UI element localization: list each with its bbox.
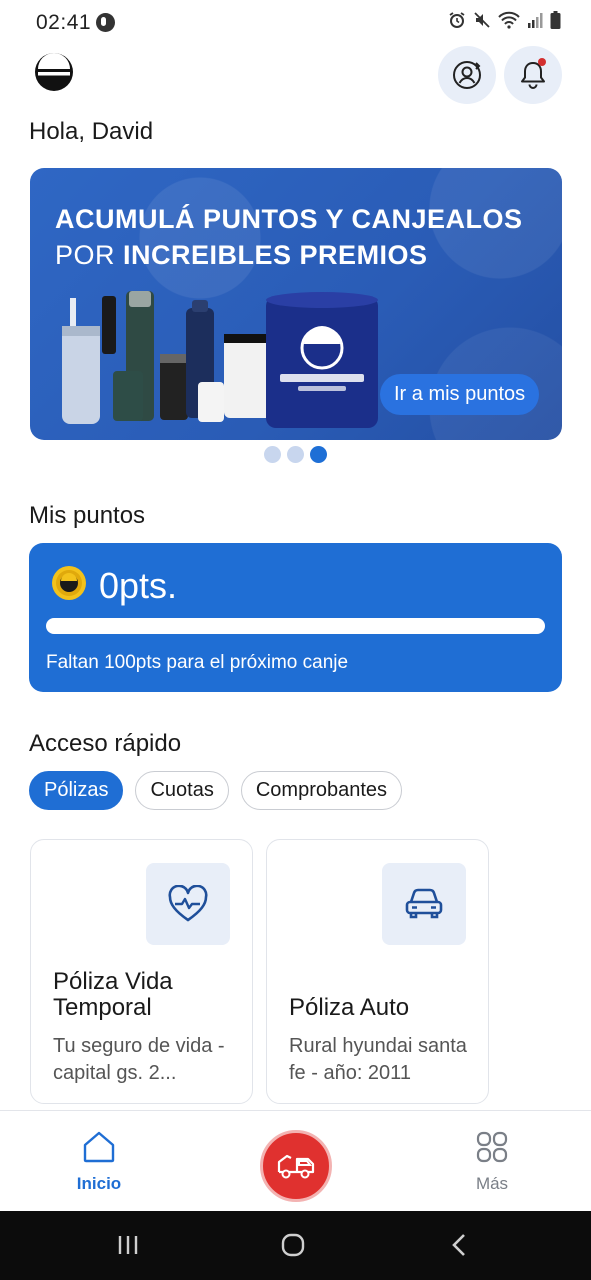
status-time: 02:41 bbox=[36, 11, 92, 34]
back-icon[interactable] bbox=[450, 1233, 470, 1257]
coin-icon bbox=[52, 566, 86, 600]
policy-icon-box bbox=[146, 863, 230, 945]
status-bar: 02:41 bbox=[0, 0, 591, 44]
quick-access-chips: Pólizas Cuotas Comprobantes bbox=[29, 771, 403, 810]
nav-more-label: Más bbox=[475, 1174, 509, 1193]
policy-card-auto[interactable]: Póliza Auto Rural hyundai santa fe - año… bbox=[266, 839, 489, 1104]
points-card[interactable]: 0pts. Faltan 100pts para el próximo canj… bbox=[29, 543, 562, 692]
banner-products-image bbox=[62, 291, 378, 428]
car-icon bbox=[405, 888, 443, 919]
policy-card-life[interactable]: Póliza Vida Temporal Tu seguro de vida -… bbox=[30, 839, 253, 1104]
profile-button[interactable] bbox=[438, 46, 496, 104]
banner-headline-line2: POR INCREIBLES PREMIOS bbox=[55, 240, 428, 271]
nav-home-label: Inicio bbox=[76, 1174, 122, 1193]
mute-icon bbox=[474, 12, 490, 28]
carousel-dot-active[interactable] bbox=[310, 446, 327, 463]
recent-apps-icon[interactable] bbox=[116, 1233, 140, 1257]
nav-more[interactable]: Más bbox=[452, 1131, 532, 1194]
banner-headline-bold: INCREIBLES PREMIOS bbox=[123, 240, 428, 270]
policy-title: Póliza Vida Temporal bbox=[53, 968, 173, 1021]
alarm-icon bbox=[449, 12, 465, 28]
wifi-icon bbox=[498, 11, 520, 29]
home-icon bbox=[83, 1131, 115, 1163]
notification-badge bbox=[538, 58, 546, 66]
quick-access-title: Acceso rápido bbox=[29, 730, 182, 757]
home-system-icon[interactable] bbox=[281, 1233, 305, 1257]
battery-icon bbox=[550, 11, 561, 29]
carousel-indicator bbox=[264, 446, 327, 463]
points-value: 0pts. bbox=[99, 565, 178, 606]
carousel-dot[interactable] bbox=[287, 446, 304, 463]
signal-icon bbox=[528, 13, 543, 28]
bottom-nav: Inicio Más bbox=[0, 1110, 591, 1211]
policy-description: Tu seguro de vida - capital gs. 2... bbox=[53, 1035, 225, 1084]
policy-title: Póliza Auto bbox=[289, 994, 410, 1021]
notifications-button[interactable] bbox=[504, 46, 562, 104]
carousel-dot[interactable] bbox=[264, 446, 281, 463]
chip-cuotas[interactable]: Cuotas bbox=[135, 771, 229, 810]
roadside-assistance-button[interactable] bbox=[260, 1130, 332, 1202]
go-to-points-button[interactable]: Ir a mis puntos bbox=[380, 374, 540, 415]
system-nav-bar bbox=[0, 1211, 591, 1280]
chip-comprobantes[interactable]: Comprobantes bbox=[240, 771, 403, 810]
grid-icon bbox=[476, 1131, 508, 1163]
promo-banner[interactable]: ACUMULÁ PUNTOS Y CANJEALOS POR INCREIBLE… bbox=[30, 168, 562, 440]
app-notification-icon bbox=[96, 13, 115, 32]
profile-sync-icon bbox=[453, 61, 481, 89]
policy-cards: Póliza Vida Temporal Tu seguro de vida -… bbox=[30, 839, 489, 1104]
la-consolidada-logo bbox=[35, 53, 73, 91]
points-progress-bar bbox=[46, 618, 545, 634]
tow-truck-icon bbox=[277, 1154, 315, 1179]
heart-pulse-icon bbox=[168, 885, 208, 922]
banner-headline-line1: ACUMULÁ PUNTOS Y CANJEALOS bbox=[55, 204, 523, 234]
points-note: Faltan 100pts para el próximo canje bbox=[46, 652, 349, 673]
banner-headline-prefix: POR bbox=[55, 240, 116, 270]
greeting: Hola, David bbox=[29, 118, 154, 145]
policy-description: Rural hyundai santa fe - año: 2011 bbox=[289, 1035, 467, 1084]
nav-home[interactable]: Inicio bbox=[59, 1131, 139, 1194]
status-icons bbox=[448, 11, 561, 29]
policy-icon-box bbox=[382, 863, 466, 945]
chip-polizas[interactable]: Pólizas bbox=[29, 771, 124, 810]
points-section-title: Mis puntos bbox=[29, 502, 146, 529]
